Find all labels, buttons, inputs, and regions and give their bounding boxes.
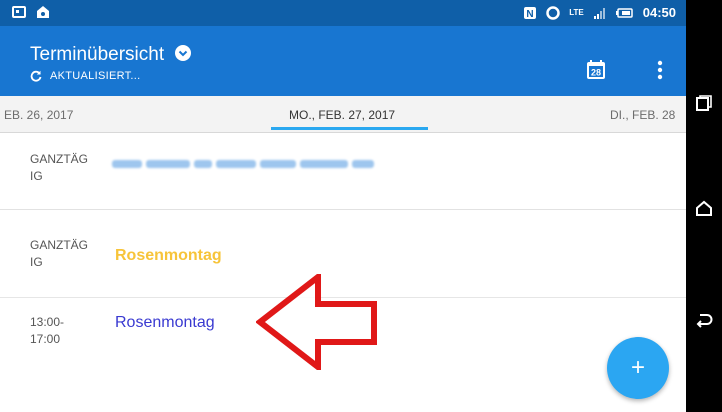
battery-icon [615,7,633,18]
date-previous[interactable]: EB. 26, 2017 [4,108,73,122]
signal-icon [593,7,605,19]
redacted-event-title [112,155,382,169]
app-screen: N LTE 04:50 Terminübersicht AKTUALISIERT… [0,0,686,412]
home-icon[interactable] [695,199,713,217]
page-title: Terminübersicht [30,44,165,65]
current-date-indicator [271,127,428,130]
back-icon[interactable] [695,311,713,329]
navigation-bar [686,0,722,412]
status-bar: N LTE 04:50 [0,0,686,26]
network-type: LTE [569,8,584,17]
red-arrow-annotation [256,274,377,370]
date-next[interactable]: DI., FEB. 28 [610,108,675,122]
date-strip[interactable]: EB. 26, 2017 MO., FEB. 27, 2017 DI., FEB… [0,96,686,133]
add-event-button[interactable]: + [607,337,669,399]
sync-status: AKTUALISIERT... [30,70,141,82]
nfc-icon: N [524,6,537,20]
refresh-icon [30,70,42,82]
app-bar: Terminübersicht AKTUALISIERT... 28 [0,26,686,96]
date-current[interactable]: MO., FEB. 27, 2017 [289,108,395,122]
vpn-icon [546,5,560,20]
home-notification-icon [37,6,49,18]
event-time: GANZTÄGIG [30,152,89,183]
chevron-down-icon [175,44,192,61]
event-title: Rosenmontag [115,247,222,264]
svg-text:N: N [527,9,534,20]
event-row[interactable]: GANZTÄGIG [0,133,686,210]
calendar-day: 28 [591,68,601,78]
event-time: 13:00-17:00 [30,315,65,346]
clock: 04:50 [642,5,676,20]
sync-status-text: AKTUALISIERT... [50,70,141,82]
more-options-icon[interactable] [648,58,672,82]
recent-apps-icon[interactable] [695,94,713,112]
event-time: GANZTÄGIG [30,238,89,269]
screenshot-notification-icon [12,6,26,18]
view-selector[interactable]: Terminübersicht [30,44,192,66]
calendar-today-icon[interactable]: 28 [586,60,606,80]
event-title: Rosenmontag [115,314,215,331]
